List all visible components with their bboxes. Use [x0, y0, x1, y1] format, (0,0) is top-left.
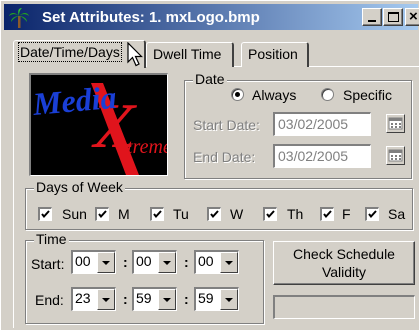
day-f-label[interactable]: F — [342, 206, 351, 222]
minimize-button[interactable] — [362, 8, 382, 26]
mediaxtreme-logo: X Media treme — [31, 79, 168, 175]
day-th-label[interactable]: Th — [287, 206, 303, 222]
time-separator: : — [123, 254, 128, 270]
end-time-label: End: — [35, 292, 64, 308]
calendar-icon — [388, 149, 403, 162]
days-group-title: Days of Week — [34, 179, 125, 195]
checkmark-icon — [266, 210, 275, 219]
mouse-cursor-icon — [127, 41, 143, 73]
specific-radio-label[interactable]: Specific — [343, 87, 392, 103]
logo-media: Media — [31, 79, 118, 122]
start-second-combo[interactable]: 00 — [194, 250, 239, 274]
specific-radio[interactable] — [321, 88, 334, 101]
always-radio-label[interactable]: Always — [252, 87, 296, 103]
end-second-value: 59 — [198, 290, 214, 306]
checkmark-icon — [323, 210, 332, 219]
checkmark-icon — [210, 210, 219, 219]
logo-treme: treme — [127, 136, 168, 158]
start-date-label: Start Date: — [193, 117, 260, 133]
validity-status-field — [273, 295, 415, 319]
start-minute-value: 00 — [136, 253, 152, 269]
end-date-calendar-button[interactable] — [386, 146, 405, 165]
day-tu-checkbox[interactable] — [150, 207, 164, 221]
dropdown-arrow-icon[interactable] — [220, 289, 238, 310]
end-second-combo[interactable]: 59 — [194, 287, 239, 311]
maximize-icon — [388, 12, 399, 22]
maximize-button[interactable] — [383, 8, 403, 26]
time-separator: : — [184, 254, 189, 270]
start-date-field[interactable]: 03/02/2005 — [273, 112, 371, 136]
start-second-value: 00 — [198, 253, 214, 269]
dropdown-arrow-icon[interactable] — [97, 252, 115, 273]
tab-dwell-time[interactable]: Dwell Time — [146, 42, 234, 67]
dropdown-arrow-icon[interactable] — [220, 252, 238, 273]
close-button[interactable]: × — [405, 8, 419, 26]
check-schedule-validity-button[interactable]: Check Schedule Validity — [273, 241, 415, 285]
window-title: Set Attributes: 1. mxLogo.bmp — [42, 9, 260, 26]
time-group-title: Time — [34, 231, 69, 247]
checkmark-icon — [368, 210, 377, 219]
tab-position[interactable]: Position — [241, 42, 309, 67]
tab-label: Date/Time/Days — [18, 42, 122, 62]
close-icon: × — [409, 8, 418, 25]
checkmark-icon — [153, 210, 162, 219]
day-sun-checkbox[interactable] — [38, 207, 52, 221]
end-hour-combo[interactable]: 23 — [71, 287, 116, 311]
tab-label: Dwell Time — [153, 46, 222, 62]
dialog-window: Set Attributes: 1. mxLogo.bmp × Date/Tim… — [0, 0, 419, 330]
calendar-icon — [388, 117, 403, 130]
day-w-checkbox[interactable] — [207, 207, 221, 221]
time-separator: : — [123, 291, 128, 307]
day-f-checkbox[interactable] — [320, 207, 334, 221]
checkmark-icon — [41, 210, 50, 219]
date-group-title: Date — [193, 71, 227, 87]
end-date-label: End Date: — [193, 149, 256, 165]
day-m-checkbox[interactable] — [95, 207, 109, 221]
start-date-calendar-button[interactable] — [386, 114, 405, 133]
day-tu-label[interactable]: Tu — [173, 206, 189, 222]
radio-selected-dot — [235, 92, 240, 97]
day-sa-label[interactable]: Sa — [388, 206, 405, 222]
end-minute-combo[interactable]: 59 — [132, 287, 177, 311]
day-w-label[interactable]: W — [230, 206, 243, 222]
checkmark-icon — [98, 210, 107, 219]
day-sun-label[interactable]: Sun — [62, 206, 87, 222]
end-date-field[interactable]: 03/02/2005 — [273, 144, 371, 168]
dropdown-arrow-icon[interactable] — [158, 289, 176, 310]
dropdown-arrow-icon[interactable] — [158, 252, 176, 273]
day-m-label[interactable]: M — [118, 206, 130, 222]
button-label-line2: Validity — [321, 264, 367, 280]
dropdown-arrow-icon[interactable] — [97, 289, 115, 310]
minimize-icon — [368, 20, 376, 22]
button-label-line1: Check Schedule — [293, 246, 395, 262]
day-th-checkbox[interactable] — [263, 207, 277, 221]
always-radio[interactable] — [231, 88, 244, 101]
tab-label: Position — [248, 46, 298, 62]
logo-preview: X Media treme — [29, 73, 168, 176]
start-time-label: Start: — [31, 256, 65, 272]
day-sa-checkbox[interactable] — [365, 207, 379, 221]
time-separator: : — [184, 291, 189, 307]
end-minute-value: 59 — [136, 290, 152, 306]
start-hour-value: 00 — [75, 253, 91, 269]
start-minute-combo[interactable]: 00 — [132, 250, 177, 274]
title-bar[interactable]: Set Attributes: 1. mxLogo.bmp × — [4, 4, 419, 30]
start-hour-combo[interactable]: 00 — [71, 250, 116, 274]
palm-tree-icon — [8, 7, 30, 29]
end-hour-value: 23 — [75, 290, 91, 306]
